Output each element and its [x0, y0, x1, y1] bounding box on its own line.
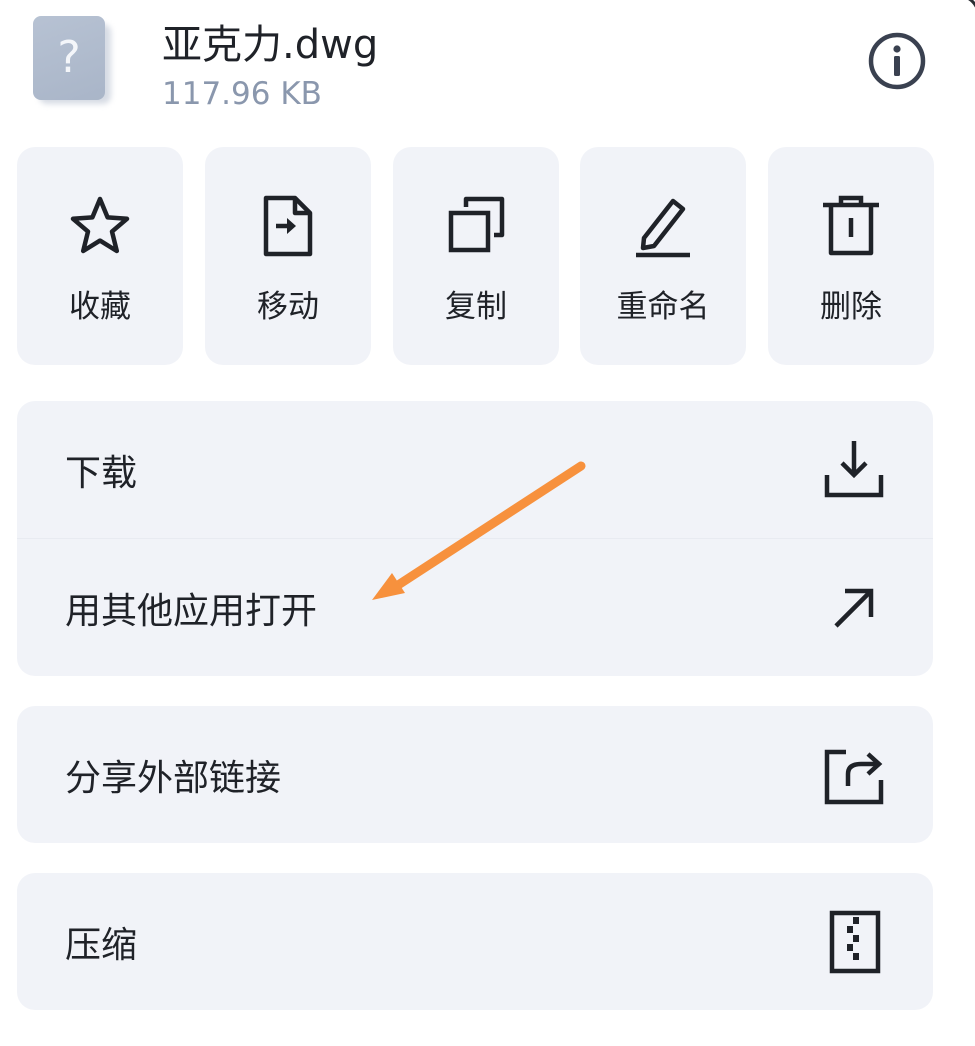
- download-icon: [821, 437, 887, 503]
- share-link-card: 分享外部链接: [17, 706, 933, 843]
- download-label: 下载: [65, 452, 138, 494]
- open-with-label: 用其他应用打开: [65, 590, 318, 632]
- copy-button[interactable]: 复制: [393, 147, 559, 365]
- download-open-card: 下载 用其他应用打开: [17, 401, 933, 676]
- info-button[interactable]: [866, 30, 928, 92]
- trash-icon: [818, 193, 884, 259]
- download-row[interactable]: 下载: [17, 401, 933, 538]
- favorite-label: 收藏: [69, 289, 131, 325]
- rename-pencil-icon: [630, 193, 696, 259]
- corner-decoration: [959, 0, 975, 16]
- unknown-file-icon: ?: [33, 16, 105, 100]
- compress-card: 压缩: [17, 873, 933, 1010]
- delete-button[interactable]: 删除: [768, 147, 934, 365]
- share-icon: [821, 742, 887, 808]
- delete-label: 删除: [820, 289, 882, 325]
- arrow-up-right-icon: [821, 575, 887, 641]
- share-link-label: 分享外部链接: [65, 757, 282, 799]
- share-link-row[interactable]: 分享外部链接: [17, 706, 933, 843]
- copy-label: 复制: [445, 289, 507, 325]
- copy-icon: [443, 193, 509, 259]
- favorite-button[interactable]: 收藏: [17, 147, 183, 365]
- compress-label: 压缩: [65, 924, 138, 966]
- open-with-row[interactable]: 用其他应用打开: [17, 539, 933, 676]
- info-icon: [868, 32, 926, 90]
- file-thumbnail: ?: [33, 16, 111, 104]
- move-file-icon: [255, 193, 321, 259]
- move-label: 移动: [257, 289, 319, 325]
- rename-label: 重命名: [616, 289, 710, 325]
- compress-row[interactable]: 压缩: [17, 873, 933, 1010]
- unknown-file-glyph: ?: [57, 32, 81, 83]
- file-name: 亚克力.dwg: [162, 22, 379, 68]
- file-action-sheet: ? 亚克力.dwg 117.96 KB 收藏 移动 复制 重命名 删除 下载 用…: [0, 0, 975, 1046]
- move-button[interactable]: 移动: [205, 147, 371, 365]
- file-size: 117.96 KB: [162, 76, 322, 112]
- star-icon: [67, 193, 133, 259]
- rename-button[interactable]: 重命名: [580, 147, 746, 365]
- zip-icon: [821, 909, 887, 975]
